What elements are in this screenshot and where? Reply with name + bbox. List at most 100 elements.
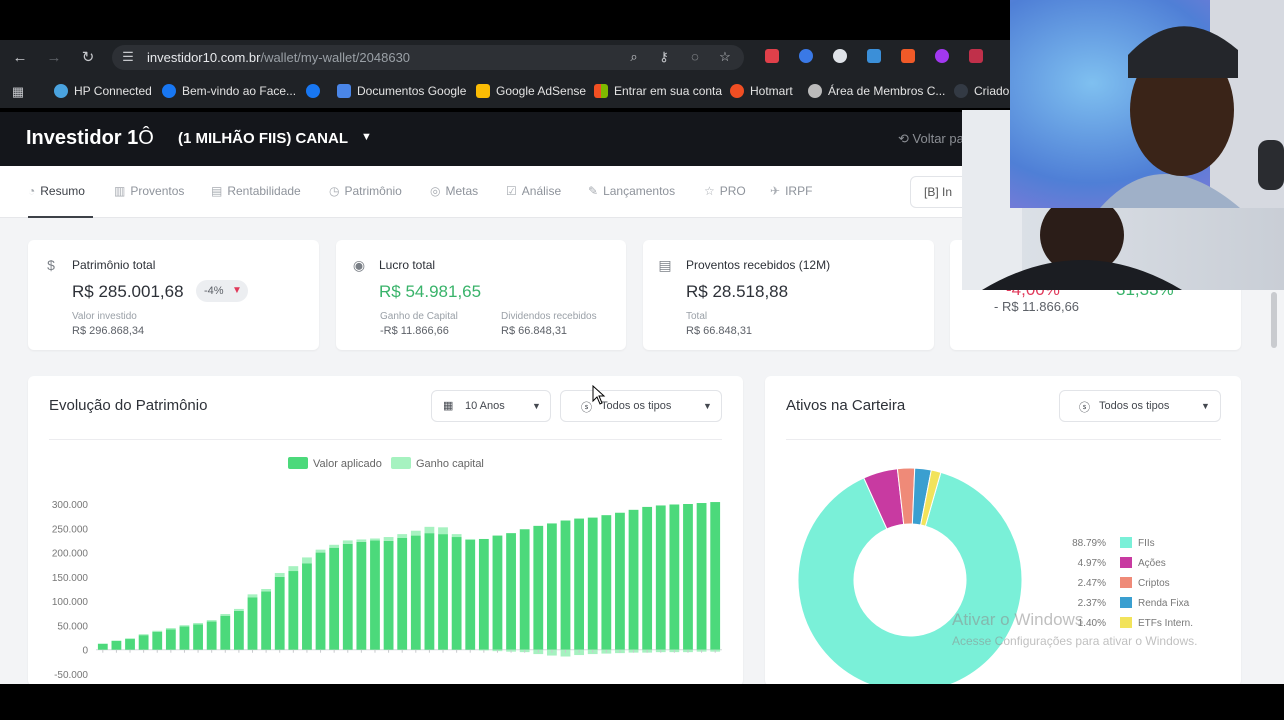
apps-grid-icon[interactable]: ▦ xyxy=(10,84,26,100)
tab-label: Rentabilidade xyxy=(227,184,301,198)
bar-ganho-capital xyxy=(356,539,367,542)
bookmark-label: Entrar em sua conta xyxy=(614,84,723,98)
bar-valor-aplicado xyxy=(315,552,326,650)
page-scrollbar[interactable] xyxy=(1271,292,1277,348)
active-tab-indicator xyxy=(28,216,93,218)
bar-valor-aplicado xyxy=(329,547,340,650)
bar-valor-aplicado xyxy=(696,503,707,650)
bar-ganho-capital xyxy=(438,527,448,535)
url-text[interactable]: investidor10.com.br/wallet/my-wallet/204… xyxy=(147,50,410,65)
y-tick-label: 100.000 xyxy=(52,597,89,608)
tab-análise[interactable]: ☑ Análise xyxy=(506,184,561,198)
bar-valor-aplicado xyxy=(288,571,299,650)
google-docs-icon xyxy=(337,84,351,98)
screen: { "browser": { "url_host": "investidor10… xyxy=(0,0,1284,720)
bar-valor-aplicado xyxy=(397,538,408,650)
tab-metas[interactable]: ◎ Metas xyxy=(430,184,478,198)
y-tick-label: 200.000 xyxy=(52,549,89,560)
bookmark-hp-connected[interactable]: HP Connected xyxy=(54,84,152,98)
bookmark-label: Hotmart xyxy=(750,84,793,98)
zoom-icon[interactable]: ⌕ xyxy=(626,49,642,65)
bar-ganho-capital xyxy=(315,549,326,553)
tab-proventos[interactable]: ▥ Proventos xyxy=(114,184,184,198)
kpi-sub-label: Ganho de Capital xyxy=(380,311,458,322)
bookmark-criador[interactable]: Criador xyxy=(954,84,1013,98)
bookmark-adsense[interactable]: Google AdSense xyxy=(476,84,586,98)
extension-icon-5[interactable] xyxy=(901,49,915,63)
bar-ganho-capital xyxy=(465,538,476,540)
extension-icon-3[interactable] xyxy=(833,49,847,63)
back-link[interactable]: ⟲ Voltar pa xyxy=(898,131,964,147)
tab-lançamentos[interactable]: ✎ Lançamentos xyxy=(588,184,675,198)
bookmark-facebook-2[interactable] xyxy=(306,84,320,98)
tab-label: PRO xyxy=(719,184,746,198)
forward-icon[interactable]: → xyxy=(44,48,64,68)
hotmart-icon xyxy=(730,84,744,98)
chevron-down-icon: ▼ xyxy=(532,401,541,411)
bar-valor-aplicado xyxy=(478,538,489,650)
legend-swatch xyxy=(288,457,308,469)
tab-label: Proventos xyxy=(130,184,185,198)
site-logo[interactable]: Investidor 1Ô xyxy=(26,127,154,150)
password-key-icon[interactable]: ⚷ xyxy=(656,49,672,65)
bookmark-hotmart[interactable]: Hotmart xyxy=(730,84,793,98)
extension-icon-1[interactable] xyxy=(765,49,779,63)
clock-icon: ◷ xyxy=(329,184,340,198)
bar-ganho-capital xyxy=(410,530,421,536)
adsense-icon xyxy=(476,84,490,98)
y-tick-label: 0 xyxy=(82,646,88,657)
bookmark-docs[interactable]: Documentos Google xyxy=(337,84,466,98)
bookmark-facebook[interactable]: Bem-vindo ao Face... xyxy=(162,84,296,98)
extension-icon-4[interactable] xyxy=(867,49,881,63)
kpi-title: Patrimônio total xyxy=(72,258,156,272)
patrimonio-bar-chart: 300.000 250.000 200.000 150.000 100.000 50.00… xyxy=(52,457,722,681)
back-icon[interactable]: ← xyxy=(10,48,30,68)
bookmark-star-icon[interactable]: ☆ xyxy=(717,49,733,65)
extension-icon-7[interactable] xyxy=(969,49,983,63)
extension-icon-2[interactable] xyxy=(799,49,813,63)
coin-icon: ◉ xyxy=(352,257,366,273)
bar-valor-aplicado xyxy=(533,525,544,650)
kpi-sub-label: Dividendos recebidos xyxy=(501,311,597,322)
bookmark-microsoft[interactable]: Entrar em sua conta xyxy=(594,84,722,98)
chevron-down-icon[interactable]: ▼ xyxy=(361,131,372,143)
bookmark-label: Bem-vindo ao Face... xyxy=(182,84,297,98)
site-settings-icon[interactable]: ☰ xyxy=(120,49,136,65)
bookmark-area-membros[interactable]: Área de Membros C... xyxy=(808,84,945,98)
y-tick-label: 50.000 xyxy=(57,621,88,632)
tab-pro[interactable]: ☆ PRO xyxy=(704,184,746,198)
bar-valor-aplicado xyxy=(587,517,598,650)
eye-off-icon[interactable]: ◌ xyxy=(687,49,703,65)
facebook-icon xyxy=(306,84,320,98)
tab-rentabilidade[interactable]: ▤ Rentabilidade xyxy=(211,184,301,198)
legend-label: ETFs Intern. xyxy=(1138,618,1193,629)
bar-ganho-capital xyxy=(206,620,217,622)
bar-valor-aplicado xyxy=(165,629,176,650)
types-select-value: Todos os tipos xyxy=(601,400,672,412)
bookmark-label: Google AdSense xyxy=(496,84,587,98)
bar-valor-aplicado xyxy=(615,512,625,650)
extension-icon-6[interactable] xyxy=(935,49,949,63)
bar-valor-aplicado xyxy=(601,515,612,650)
edit-icon: ✎ xyxy=(588,184,599,198)
legend-percent: 88.79% xyxy=(1072,538,1106,549)
bar-valor-aplicado xyxy=(546,523,557,650)
bar-valor-aplicado xyxy=(193,624,203,650)
reload-icon[interactable]: ↻ xyxy=(78,48,98,68)
gauge-icon: ◔ xyxy=(28,184,36,198)
wallet-selector[interactable]: (1 MILHÃO FIIS) CANAL xyxy=(178,130,348,147)
dollar-circle-icon: ⓢ xyxy=(1079,402,1090,414)
bar-valor-aplicado xyxy=(642,506,653,650)
legend-label: Valor aplicado xyxy=(313,458,382,470)
tab-irpf[interactable]: ✈ IRPF xyxy=(770,184,812,198)
tab-label: Metas xyxy=(445,184,479,198)
bar-valor-aplicado xyxy=(669,504,680,650)
tab-resumo[interactable]: ◔ Resumo xyxy=(28,184,85,198)
bar-valor-aplicado xyxy=(683,504,693,650)
evolucao-title: Evolução do Patrimônio xyxy=(49,397,208,414)
webcam-overlay xyxy=(1010,0,1284,208)
variation-badge-text: -4% xyxy=(204,285,224,297)
tab-patrimônio[interactable]: ◷ Patrimônio xyxy=(329,184,402,198)
kpi-sub-value: R$ 66.848,31 xyxy=(501,325,568,337)
globe-icon xyxy=(808,84,822,98)
